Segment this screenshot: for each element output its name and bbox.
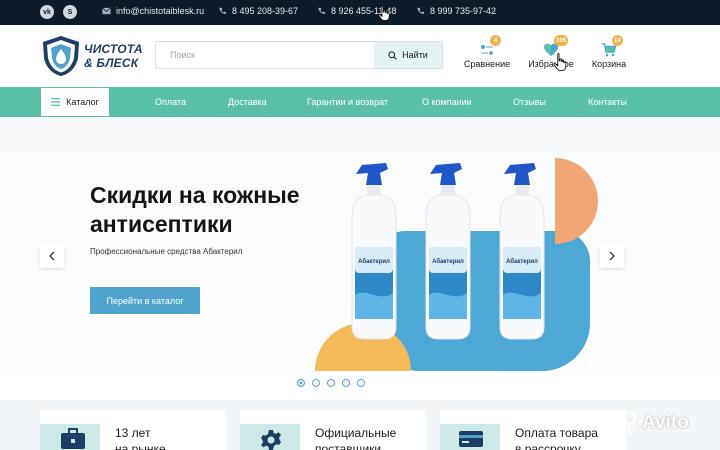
nav-item-about[interactable]: О компании (422, 97, 472, 107)
nav-item-guarantee[interactable]: Гарантии и возврат (307, 97, 388, 107)
search-button[interactable]: Найти (374, 42, 442, 68)
briefcase-icon (61, 428, 85, 449)
cart-button[interactable]: 14 Корзина (579, 35, 639, 81)
card-icon (459, 431, 483, 447)
slider-dots (297, 379, 365, 387)
compare-badge: 4 (490, 35, 501, 46)
logo-shield-icon[interactable] (40, 34, 82, 78)
phone-icon (318, 7, 326, 14)
product-bottle-3: Абактерил (499, 163, 545, 340)
product-illustration: Абактерил Абактерил Абактерил (315, 158, 598, 371)
mouse-cursor-icon (378, 5, 390, 21)
feature-line-1: Официальные (315, 426, 397, 440)
avito-watermark: Avito (612, 410, 689, 436)
bottle-label: Абактерил (358, 258, 390, 265)
skype-label: S (67, 8, 73, 16)
logo-line-2: & БЛЕСК (84, 56, 139, 70)
menu-icon (51, 98, 61, 106)
feature-text: Оплата товара в рассрочку (515, 425, 598, 450)
feature-text: 13 лет на рынке (115, 425, 166, 450)
bottle-label: Абактерил (506, 258, 538, 265)
slider-next-button[interactable] (600, 244, 624, 268)
feature-line-1: Оплата товара (515, 426, 598, 440)
feature-icon-bg (240, 424, 300, 450)
catalog-button[interactable]: Каталог (40, 87, 110, 117)
feature-line-2: поставщики (315, 442, 382, 450)
feature-line-1: 13 лет (115, 426, 151, 440)
feature-card-years: 13 лет на рынке (40, 410, 226, 450)
phone-icon (417, 7, 425, 14)
chevron-left-icon (49, 251, 55, 261)
email-link[interactable]: info@chistotaiblesk.ru (102, 6, 204, 16)
search-icon (388, 50, 397, 60)
feature-line-2: на рынке (115, 442, 166, 450)
nav-item-delivery[interactable]: Доставка (228, 97, 267, 107)
phone-text-1: 8 495 208-39-67 (232, 6, 299, 16)
compare-label: Сравнение (463, 59, 511, 69)
favorites-badge: 105 (554, 35, 569, 46)
phone-link-3[interactable]: 8 999 735-97-42 (416, 6, 496, 16)
cart-badge: 14 (612, 35, 623, 46)
nav-item-reviews[interactable]: Отзывы (513, 97, 546, 107)
slider-dot-1[interactable] (297, 379, 305, 387)
phone-text-3: 8 999 735-97-42 (430, 6, 497, 16)
logo-text[interactable]: ЧИСТОТА & БЛЕСК (84, 42, 143, 70)
email-text: info@chistotaiblesk.ru (116, 6, 205, 16)
search-box: Найти (155, 41, 443, 69)
slider-dot-4[interactable] (342, 379, 350, 387)
top-bar: vk S info@chistotaiblesk.ru 8 495 208-39… (0, 0, 720, 25)
hand-cursor-icon (553, 53, 567, 71)
search-button-label: Найти (402, 50, 428, 60)
vk-icon[interactable]: vk (40, 5, 54, 19)
nav-item-payment[interactable]: Оплата (155, 97, 186, 107)
bottle-label: Абактерил (432, 258, 464, 265)
avito-watermark-text: Avito (642, 412, 689, 433)
cart-label: Корзина (591, 59, 627, 69)
vk-label: vk (43, 8, 51, 16)
header: ЧИСТОТА & БЛЕСК Найти 4 Сравнение 105 Из… (0, 25, 720, 87)
catalog-label: Каталог (66, 97, 99, 107)
slider-dot-3[interactable] (327, 379, 335, 387)
orange-semicircle (555, 158, 598, 244)
favorites-button[interactable]: 105 Избранное (521, 35, 581, 81)
go-to-catalog-button[interactable]: Перейти в каталог (90, 287, 200, 314)
phone-link-1[interactable]: 8 495 208-39-67 (218, 6, 298, 16)
mail-icon (102, 7, 111, 15)
feature-icon-bg (40, 424, 100, 450)
logo-line-1: ЧИСТОТА (84, 42, 143, 56)
hero-slider: Скидки на кожные антисептики Профессиона… (0, 117, 720, 400)
slider-dot-2[interactable] (312, 379, 320, 387)
feature-card-installment: Оплата товара в рассрочку (440, 410, 626, 450)
feature-text: Официальные поставщики (315, 425, 396, 450)
slider-dot-5[interactable] (357, 379, 365, 387)
favorites-label: Избранное (528, 59, 574, 69)
feature-line-2: в рассрочку (515, 442, 581, 450)
product-bottle-2: Абактерил (425, 163, 471, 340)
feature-icon-bg (440, 424, 500, 450)
avito-logo-icon (613, 410, 637, 434)
chevron-right-icon (609, 251, 615, 261)
gear-icon (261, 430, 281, 450)
feature-card-suppliers: Официальные поставщики (240, 410, 426, 450)
nav-item-contacts[interactable]: Контакты (588, 97, 627, 107)
skype-icon[interactable]: S (63, 5, 77, 19)
phone-icon (219, 7, 227, 14)
product-bottle-1: Абактерил (351, 163, 397, 340)
hero-subtitle: Профессиональные средства Абактерил (90, 247, 243, 256)
compare-button[interactable]: 4 Сравнение (457, 35, 517, 81)
slider-prev-button[interactable] (40, 244, 64, 268)
search-input[interactable] (156, 42, 376, 68)
main-nav: Каталог Оплата Доставка Гарантии и возвр… (0, 87, 720, 117)
